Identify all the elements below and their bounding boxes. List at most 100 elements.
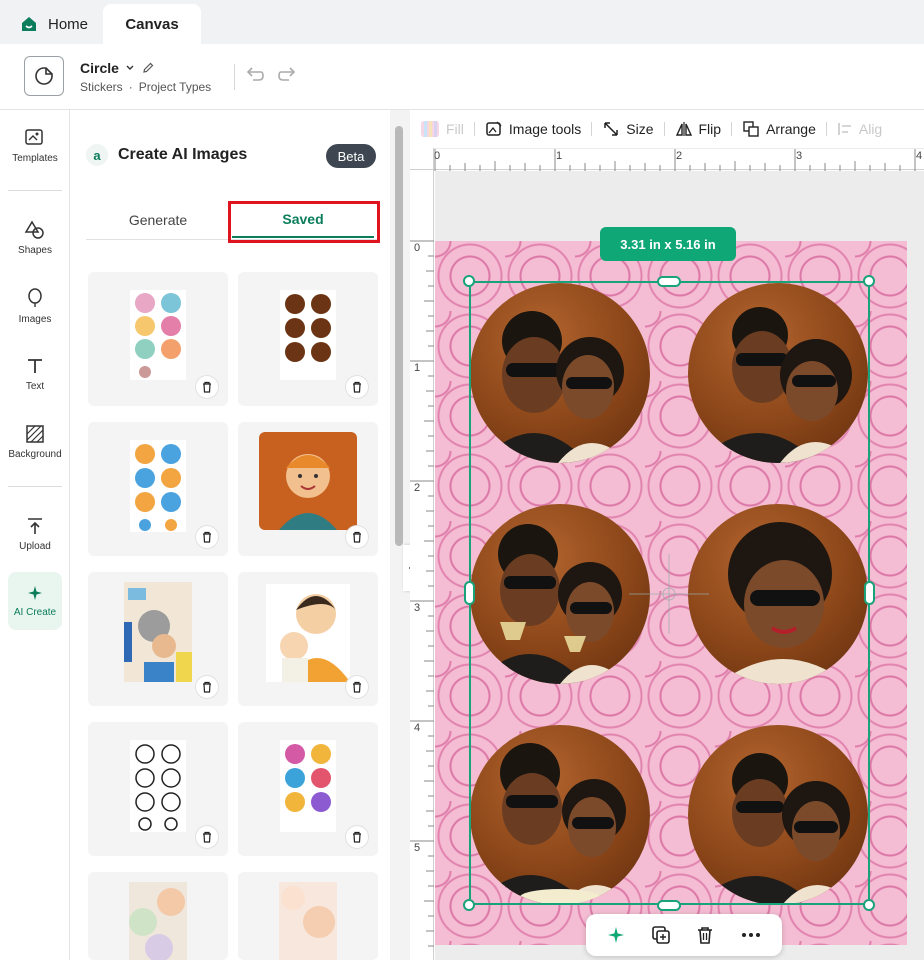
saved-image-card[interactable] [238, 572, 378, 706]
trash-icon[interactable] [695, 925, 715, 945]
rail-images[interactable]: Images [0, 278, 70, 334]
panel-scrollbar-thumb[interactable] [395, 126, 403, 546]
saved-image-preview [124, 582, 192, 682]
saved-image-card[interactable] [238, 272, 378, 406]
canvas-toolbar: Fill Image tools Size Flip Arrange Alig [410, 110, 924, 148]
flip-button[interactable]: Flip [665, 120, 732, 138]
home-icon [22, 17, 36, 31]
saved-image-preview [129, 882, 187, 960]
fill-label: Fill [446, 121, 464, 137]
rail-shapes[interactable]: Shapes [0, 210, 70, 266]
align-icon [838, 123, 851, 135]
ruler-label: 0 [414, 242, 421, 254]
image-tools-button[interactable]: Image tools [475, 120, 591, 138]
rail-templates[interactable]: Templates [0, 118, 70, 174]
saved-image-card[interactable] [88, 872, 228, 960]
delete-button[interactable] [196, 526, 218, 548]
size-button[interactable]: Size [592, 120, 663, 138]
saved-image-card[interactable] [238, 872, 378, 960]
saved-image-preview [266, 584, 350, 682]
trash-icon [353, 831, 361, 843]
fill-button[interactable]: Fill [410, 120, 474, 138]
tab-canvas[interactable]: Canvas [103, 4, 201, 44]
rail-background[interactable]: Background [0, 414, 70, 470]
saved-image-preview [130, 440, 186, 532]
trash-icon [353, 381, 361, 393]
trash-icon [203, 831, 211, 843]
ruler-label: 3 [414, 602, 421, 614]
saved-image-preview [130, 290, 186, 380]
image-tools-label: Image tools [508, 121, 582, 137]
tab-home[interactable]: Home [10, 6, 98, 42]
tab-generate[interactable]: Generate [86, 200, 230, 240]
left-rail: Templates Shapes Images Text Background … [0, 110, 70, 960]
resize-handle-bottom-left[interactable] [463, 899, 475, 911]
tab-home-label: Home [48, 15, 89, 33]
templates-icon [25, 129, 43, 145]
project-type-link[interactable]: Project Types [139, 80, 211, 94]
delete-button[interactable] [196, 376, 218, 398]
rail-text[interactable]: Text [0, 346, 70, 402]
rail-ai-create-label: AI Create [13, 607, 57, 618]
rail-upload-label: Upload [19, 541, 51, 552]
delete-button[interactable] [196, 676, 218, 698]
delete-button[interactable] [346, 676, 368, 698]
saved-image-card[interactable] [88, 272, 228, 406]
saved-image-card[interactable] [88, 422, 228, 556]
ai-images-panel: a Create AI Images Beta Generate Saved [70, 110, 390, 960]
undo-icon[interactable] [244, 64, 266, 86]
rail-upload[interactable]: Upload [0, 506, 70, 562]
balloon-icon [28, 288, 42, 307]
arrange-button[interactable]: Arrange [732, 120, 826, 138]
text-icon [28, 359, 42, 373]
redo-icon[interactable] [276, 64, 298, 86]
project-meta: Stickers · Project Types [80, 80, 211, 94]
project-thumbnail[interactable] [24, 56, 64, 96]
trash-icon [203, 381, 211, 393]
project-category: Stickers [80, 80, 123, 94]
resize-handle-left[interactable] [464, 581, 475, 605]
delete-button[interactable] [346, 526, 368, 548]
ai-logo-icon: a [86, 144, 108, 166]
resize-handle-top-left[interactable] [463, 275, 475, 287]
align-button[interactable]: Alig [827, 121, 892, 137]
saved-image-card[interactable] [238, 722, 378, 856]
resize-handle-bottom-right[interactable] [863, 899, 875, 911]
rail-ai-create[interactable]: AI Create [8, 572, 62, 630]
chevron-down-icon [126, 65, 134, 70]
flip-label: Flip [698, 121, 722, 137]
pencil-icon[interactable] [141, 61, 155, 75]
tab-strip: Home Canvas [0, 0, 924, 44]
ruler-label: 0 [434, 150, 441, 162]
duplicate-icon[interactable] [651, 925, 671, 945]
meta-separator: · [128, 80, 133, 94]
saved-image-card[interactable] [88, 722, 228, 856]
ruler-corner [410, 148, 434, 170]
resize-handle-top[interactable] [657, 276, 681, 287]
size-label: Size [626, 121, 654, 137]
resize-handle-top-right[interactable] [863, 275, 875, 287]
rail-templates-label: Templates [12, 153, 58, 164]
project-header: Circle Stickers · Project Types [0, 44, 924, 110]
saved-image-card[interactable] [238, 422, 378, 556]
more-options-icon[interactable] [740, 925, 762, 945]
resize-handle-bottom[interactable] [657, 900, 681, 911]
panel-title-label: Create AI Images [118, 146, 248, 163]
ruler-label: 5 [414, 842, 421, 854]
saved-image-card[interactable] [88, 572, 228, 706]
delete-button[interactable] [196, 826, 218, 848]
rail-divider [8, 486, 62, 487]
ruler-vertical: 0 1 2 3 4 5 [410, 170, 434, 960]
trash-icon [353, 681, 361, 693]
rail-divider [8, 190, 62, 191]
delete-button[interactable] [346, 376, 368, 398]
delete-button[interactable] [346, 826, 368, 848]
ai-sparkle-icon[interactable] [606, 925, 626, 945]
resize-handle-right[interactable] [864, 581, 875, 605]
rail-images-label: Images [18, 314, 52, 325]
ruler-label: 4 [916, 150, 923, 162]
header-divider [234, 64, 235, 90]
project-name[interactable]: Circle [80, 60, 155, 76]
background-icon [26, 425, 44, 443]
selection-size-badge: 3.31 in x 5.16 in [600, 227, 736, 261]
